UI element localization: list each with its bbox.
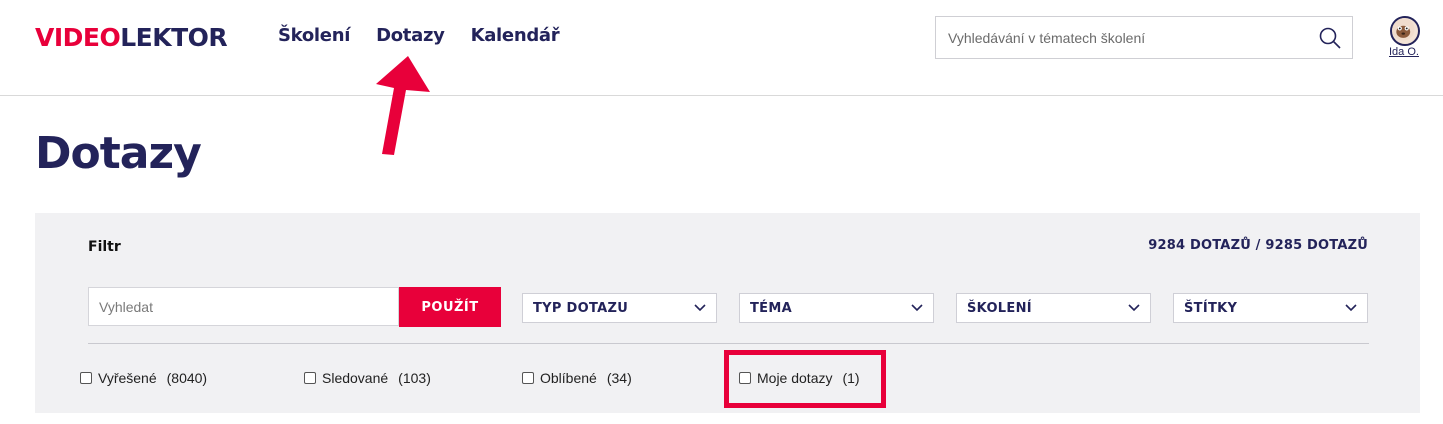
checkbox-count: (34) — [606, 370, 632, 386]
page-title: Dotazy — [35, 128, 202, 179]
checkbox-label: Oblíbené — [540, 370, 597, 386]
checkbox-label: Sledované — [322, 370, 389, 386]
checkbox-box[interactable] — [80, 372, 92, 384]
apply-button[interactable]: POUŽÍT — [399, 287, 501, 327]
checkbox-sledovane[interactable]: Sledované (103) — [304, 370, 431, 386]
checkbox-box[interactable] — [522, 372, 534, 384]
dropdown-label: TYP DOTAZU — [533, 300, 629, 316]
checkbox-vyresene[interactable]: Vyřešené (8040) — [80, 370, 207, 386]
site-header: VIDEOLEKTOR Školení Dotazy Kalendář Ida … — [0, 0, 1443, 96]
checkbox-label: Vyřešené — [98, 370, 157, 386]
annotation-highlight-box — [724, 350, 886, 408]
dropdown-stitky[interactable]: ŠTÍTKY — [1173, 293, 1368, 323]
checkbox-count: (103) — [398, 370, 431, 386]
dropdown-label: ŠTÍTKY — [1184, 300, 1238, 316]
nav-item-dotazy[interactable]: Dotazy — [376, 25, 445, 46]
avatar-image-icon — [1392, 18, 1415, 41]
chevron-down-icon — [1128, 304, 1140, 312]
chevron-down-icon — [1345, 304, 1357, 312]
header-search — [935, 16, 1353, 59]
dropdown-tema[interactable]: TÉMA — [739, 293, 934, 323]
chevron-down-icon — [694, 304, 706, 312]
main-nav: Školení Dotazy Kalendář — [278, 25, 560, 46]
annotation-arrow-icon — [376, 56, 430, 155]
logo[interactable]: VIDEOLEKTOR — [35, 23, 228, 52]
dropdown-label: TÉMA — [750, 300, 792, 316]
checkbox-oblibene[interactable]: Oblíbené (34) — [522, 370, 632, 386]
dropdown-typ-dotazu[interactable]: TYP DOTAZU — [522, 293, 717, 323]
filter-search-input[interactable] — [89, 288, 398, 325]
search-icon[interactable] — [1318, 26, 1342, 50]
filter-search-field — [88, 287, 399, 326]
avatar[interactable] — [1390, 16, 1420, 46]
chevron-down-icon — [911, 304, 923, 312]
dropdown-label: ŠKOLENÍ — [967, 300, 1032, 316]
header-search-input[interactable] — [936, 17, 1296, 58]
checkbox-count: (8040) — [166, 370, 208, 386]
result-count: 9284 DOTAZŮ / 9285 DOTAZŮ — [1148, 238, 1368, 253]
checkbox-box[interactable] — [304, 372, 316, 384]
nav-item-kalendar[interactable]: Kalendář — [471, 25, 560, 46]
nav-item-skoleni[interactable]: Školení — [278, 25, 350, 46]
user-name-link[interactable]: Ida O. — [1389, 46, 1419, 58]
filter-label: Filtr — [88, 239, 121, 255]
dropdown-skoleni[interactable]: ŠKOLENÍ — [956, 293, 1151, 323]
divider — [88, 343, 1369, 344]
